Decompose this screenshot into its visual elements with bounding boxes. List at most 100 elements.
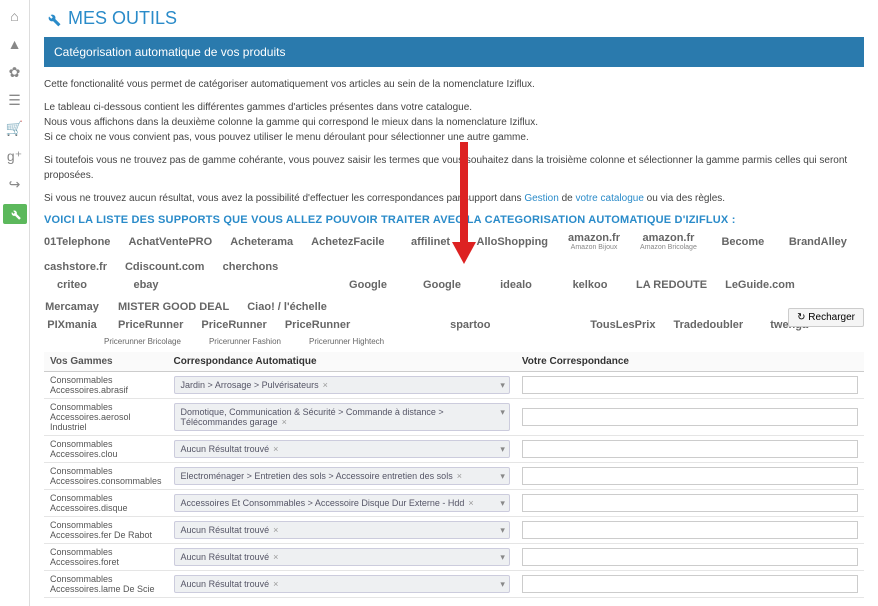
table-row: Consommables Accessoires.clou Aucun Résul… <box>44 436 864 463</box>
logo-item[interactable]: spartoo <box>442 319 498 331</box>
stats-icon[interactable]: ▲ <box>7 36 23 52</box>
intro-p3: Si toutefois vous ne trouvez pas de gamm… <box>44 153 864 183</box>
logo-item[interactable]: PriceRunner <box>285 319 350 331</box>
logo-item[interactable]: Become <box>715 236 771 248</box>
logo-item[interactable]: PriceRunner <box>201 319 266 331</box>
clear-icon[interactable]: × <box>468 498 473 508</box>
auto-match-select[interactable]: Electroménager > Entretien des sols > Ac… <box>174 467 510 485</box>
logos-row: 01Telephone AchatVentePRO Acheterama Achete… <box>44 232 864 273</box>
logo-item[interactable]: MISTER GOOD DEAL <box>118 301 229 313</box>
intro-p1: Cette fonctionalité vous permet de catég… <box>44 77 864 92</box>
auto-match-select[interactable]: Domotique, Communication & Sécurité > Co… <box>174 403 510 431</box>
logo-item[interactable]: PriceRunner <box>118 319 183 331</box>
supports-heading: VOICI LA LISTE DES SUPPORTS QUE VOUS ALL… <box>44 214 864 226</box>
logo-item[interactable]: affilinet <box>403 236 459 248</box>
auto-match-select[interactable]: Aucun Résultat trouvé× <box>174 575 510 593</box>
cell-gamme: Consommables Accessoires.aerosol Industr… <box>44 399 168 436</box>
logo-item[interactable]: AchetezFacile <box>311 236 384 248</box>
categories-table: Vos Gammes Correspondance Automatique Vo… <box>44 352 864 598</box>
auto-match-select[interactable]: Aucun Résultat trouvé× <box>174 440 510 458</box>
user-match-input[interactable] <box>522 494 858 512</box>
table-row: Consommables Accessoires.fer De Rabot Auc… <box>44 517 864 544</box>
logo-item[interactable]: cherchons <box>222 261 278 273</box>
table-row: Consommables Accessoires.abrasif Jardin >… <box>44 372 864 399</box>
clear-icon[interactable]: × <box>457 471 462 481</box>
logos-block: 01Telephone AchatVentePRO Acheterama Achete… <box>44 232 864 346</box>
user-match-input[interactable] <box>522 467 858 485</box>
wrench-icon[interactable] <box>3 204 27 224</box>
intro-p4: Si vous ne trouvez aucun résultat, vous … <box>44 191 864 206</box>
auto-match-select[interactable]: Aucun Résultat trouvé× <box>174 521 510 539</box>
logo-item[interactable]: criteo <box>44 279 100 291</box>
logo-item[interactable]: Acheterama <box>230 236 293 248</box>
list-icon[interactable]: ☰ <box>7 92 23 108</box>
cell-gamme: Consommables Accessoires.abrasif <box>44 372 168 399</box>
clear-icon[interactable]: × <box>273 444 278 454</box>
logo-item[interactable]: cashstore.fr <box>44 261 107 273</box>
auto-match-select[interactable]: Accessoires Et Consommables > Accessoire… <box>174 494 510 512</box>
clear-icon[interactable]: × <box>282 417 287 427</box>
table-row: Consommables Accessoires.lame De Scie Auc… <box>44 571 864 598</box>
logo-item[interactable]: 01Telephone <box>44 236 110 248</box>
logo-item[interactable]: TousLesPrix <box>590 319 655 331</box>
clear-icon[interactable]: × <box>323 380 328 390</box>
logo-item[interactable]: LeGuide.com <box>725 279 795 291</box>
cell-gamme: Consommables Accessoires.foret <box>44 544 168 571</box>
intro-p2: Le tableau ci-dessous contient les diffé… <box>44 100 864 145</box>
logo-item[interactable]: Tradedoubler <box>673 319 743 331</box>
wrench-icon <box>44 10 62 28</box>
link-gestion[interactable]: Gestion <box>524 193 558 204</box>
logos-row: PIXmania PriceRunner PriceRunner PriceRunne… <box>44 319 864 331</box>
logo-item[interactable]: ebay <box>118 279 174 291</box>
gear-icon[interactable]: ✿ <box>7 64 23 80</box>
page-title: MES OUTILS <box>44 8 864 29</box>
logo-item[interactable]: Google <box>340 279 396 291</box>
user-match-input[interactable] <box>522 440 858 458</box>
cell-gamme: Consommables Accessoires.consommables <box>44 463 168 490</box>
logo-item[interactable]: LA REDOUTE <box>636 279 707 291</box>
clear-icon[interactable]: × <box>273 525 278 535</box>
clear-icon[interactable]: × <box>273 552 278 562</box>
logo-item[interactable]: Google <box>414 279 470 291</box>
cell-gamme: Consommables Accessoires.lame De Scie <box>44 571 168 598</box>
link-catalogue[interactable]: votre catalogue <box>576 193 644 204</box>
cell-gamme: Consommables Accessoires.fer De Rabot <box>44 517 168 544</box>
home-icon[interactable]: ⌂ <box>7 8 23 24</box>
logo-item[interactable]: Mercamay <box>44 301 100 313</box>
th-gammes: Vos Gammes <box>44 352 168 372</box>
th-correspondance: Correspondance Automatique <box>168 352 516 372</box>
cell-gamme: Consommables Accessoires.clou <box>44 436 168 463</box>
logo-item[interactable]: amazon.frAmazon Bijoux <box>566 232 622 251</box>
user-match-input[interactable] <box>522 408 858 426</box>
user-match-input[interactable] <box>522 521 858 539</box>
pricerunner-sublabels: Pricerunner BricolagePricerunner Fashion… <box>104 337 864 346</box>
gplus-icon[interactable]: g⁺ <box>7 148 23 164</box>
auto-match-select[interactable]: Aucun Résultat trouvé× <box>174 548 510 566</box>
logo-item[interactable]: Ciao! / l'échelle <box>247 301 327 313</box>
logo-item[interactable]: kelkoo <box>562 279 618 291</box>
user-match-input[interactable] <box>522 376 858 394</box>
logo-item[interactable]: AlloShopping <box>477 236 548 248</box>
sidebar: ⌂ ▲ ✿ ☰ 🛒 g⁺ ↪ <box>0 0 30 606</box>
cell-gamme: Consommables Accessoires.disque <box>44 490 168 517</box>
reload-button[interactable]: ↻ Recharger <box>788 308 864 327</box>
table-row: Consommables Accessoires.disque Accessoir… <box>44 490 864 517</box>
section-banner: Catégorisation automatique de vos produi… <box>44 37 864 67</box>
share-icon[interactable]: ↪ <box>7 176 23 192</box>
user-match-input[interactable] <box>522 548 858 566</box>
table-row: Consommables Accessoires.consommables Ele… <box>44 463 864 490</box>
logo-item[interactable]: AchatVentePRO <box>128 236 212 248</box>
logo-item[interactable]: amazon.frAmazon Bricolage <box>640 232 697 251</box>
table-row: Consommables Accessoires.aerosol Industr… <box>44 399 864 436</box>
th-votre: Votre Correspondance <box>516 352 864 372</box>
auto-match-select[interactable]: Jardin > Arrosage > Pulvérisateurs× <box>174 376 510 394</box>
logo-item[interactable]: BrandAlley <box>789 236 847 248</box>
logo-item[interactable]: idealo <box>488 279 544 291</box>
user-match-input[interactable] <box>522 575 858 593</box>
cart-icon[interactable]: 🛒 <box>7 120 23 136</box>
logo-item[interactable]: PIXmania <box>44 319 100 331</box>
logos-row: criteo ebay Google Google idealo kelkoo LA RED… <box>44 279 864 313</box>
clear-icon[interactable]: × <box>273 579 278 589</box>
table-row: Consommables Accessoires.foret Aucun Résu… <box>44 544 864 571</box>
logo-item[interactable]: Cdiscount.com <box>125 261 204 273</box>
